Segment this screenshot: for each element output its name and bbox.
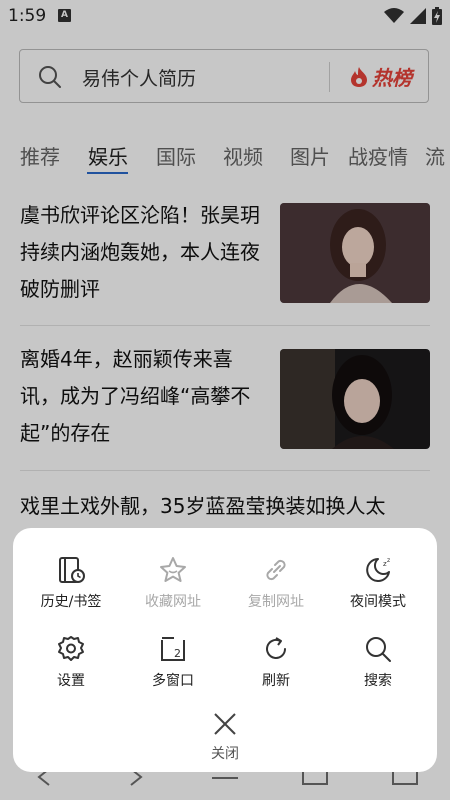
close-label: 关闭 xyxy=(211,746,239,762)
link-icon xyxy=(266,559,286,581)
browser-menu-sheet: 历史/书签 收藏网址 复制网址 z z 夜间模式 设置 2 多窗口 刷新 搜索 … xyxy=(13,528,437,772)
menu-copy-url[interactable]: 复制网址 xyxy=(223,555,329,611)
menu-settings[interactable]: 设置 xyxy=(18,634,124,690)
close-icon xyxy=(214,713,236,735)
menu-label: 搜索 xyxy=(364,673,392,689)
menu-label: 多窗口 xyxy=(152,673,194,689)
refresh-icon xyxy=(266,637,286,659)
menu-icon[interactable] xyxy=(212,773,238,783)
menu-search[interactable]: 搜索 xyxy=(325,634,431,690)
gear-icon xyxy=(58,636,84,661)
moon-icon: z z xyxy=(366,557,390,582)
history-bookmark-icon xyxy=(59,557,85,583)
menu-label: 刷新 xyxy=(262,673,290,689)
menu-history-bookmarks[interactable]: 历史/书签 xyxy=(18,555,124,611)
menu-favorite-url[interactable]: 收藏网址 xyxy=(120,555,226,611)
svg-text:z: z xyxy=(387,557,390,564)
menu-multi-window[interactable]: 2 多窗口 xyxy=(120,634,226,690)
menu-label: 复制网址 xyxy=(248,594,304,610)
star-icon xyxy=(160,557,186,582)
menu-night-mode[interactable]: z z 夜间模式 xyxy=(325,555,431,611)
menu-label: 收藏网址 xyxy=(145,594,201,610)
menu-refresh[interactable]: 刷新 xyxy=(223,634,329,690)
menu-label: 设置 xyxy=(57,673,85,689)
menu-label: 历史/书签 xyxy=(40,594,102,610)
window-count: 2 xyxy=(174,647,181,660)
close-menu-button[interactable]: 关闭 xyxy=(195,711,255,763)
search-icon xyxy=(366,637,391,662)
menu-label: 夜间模式 xyxy=(350,594,406,610)
windows-icon: 2 xyxy=(161,637,185,661)
